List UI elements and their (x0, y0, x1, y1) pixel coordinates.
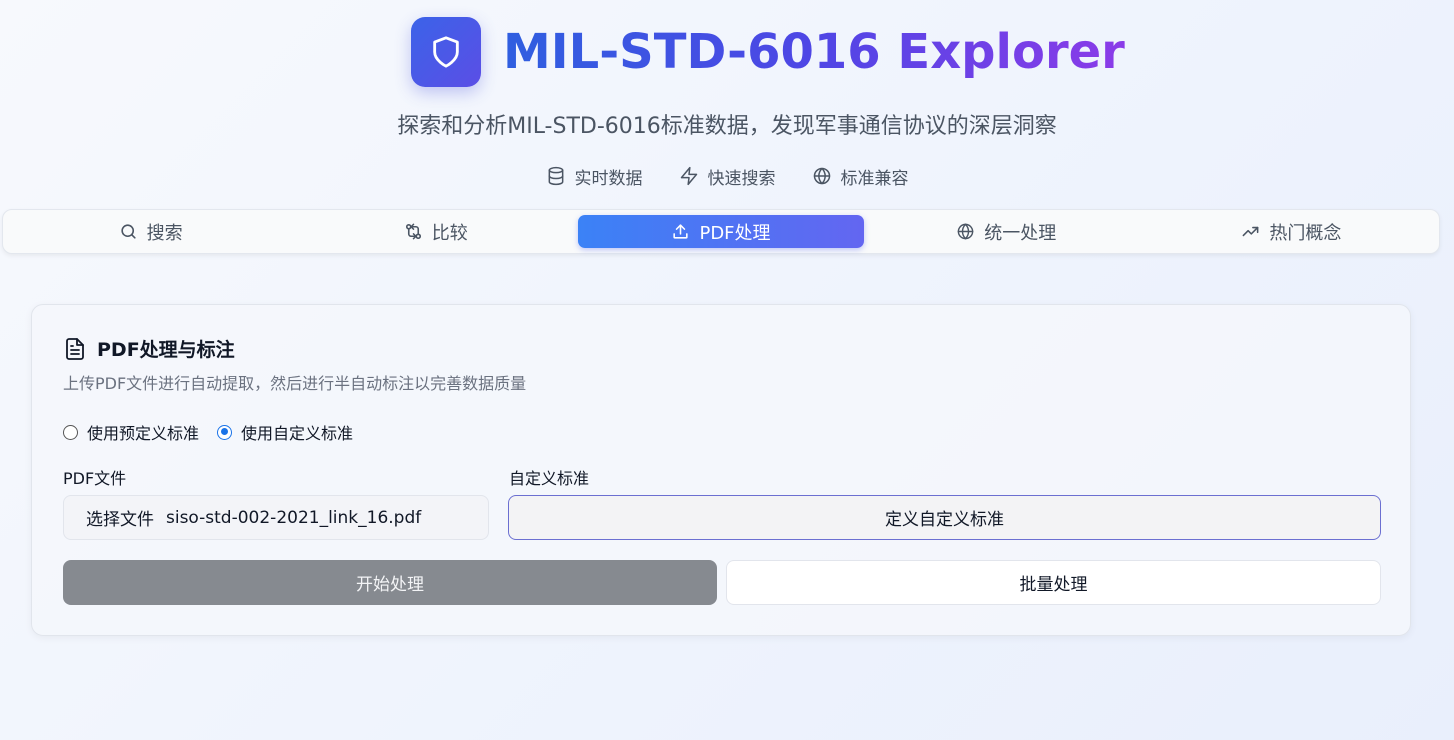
panel-header: PDF处理与标注 (63, 335, 235, 362)
logo (411, 17, 481, 87)
tab-label: PDF处理 (699, 222, 771, 244)
tab-unified-processing[interactable]: 统一处理 (864, 215, 1149, 248)
pdf-processing-panel: PDF处理与标注 上传PDF文件进行自动提取，然后进行半自动标注以完善数据质量 … (31, 304, 1411, 636)
batch-processing-button[interactable]: 批量处理 (726, 560, 1381, 605)
tab-label: 热门概念 (1269, 222, 1342, 244)
tab-label: 统一处理 (984, 222, 1057, 244)
radio-button[interactable] (217, 424, 233, 440)
tab-pdf-processing[interactable]: PDF处理 (578, 215, 864, 248)
app-subtitle: 探索和分析MIL-STD-6016标准数据，发现军事通信协议的深层洞察 (397, 114, 1057, 139)
radio-button[interactable] (63, 424, 78, 440)
panel-description: 上传PDF文件进行自动提取，然后进行半自动标注以完善数据质量 (63, 374, 527, 393)
brand: MIL-STD-6016 Explorer (411, 17, 1125, 87)
tab-compare[interactable]: 比较 (293, 215, 578, 248)
pdf-file-label: PDF文件 (63, 469, 127, 488)
search-icon (120, 224, 136, 239)
database-icon (548, 166, 563, 186)
radio-predefined-standard[interactable]: 使用预定义标准 (63, 420, 199, 444)
panel-title: PDF处理与标注 (97, 339, 235, 361)
upload-icon (673, 224, 689, 239)
feature-label: 实时数据 (574, 168, 643, 189)
choose-file-button[interactable]: 选择文件 (86, 505, 154, 530)
standard-radio-group: 使用预定义标准 使用自定义标准 (63, 420, 353, 444)
trending-icon (1242, 226, 1259, 237)
feature-label: 标准兼容 (840, 168, 909, 189)
pdf-file-input[interactable]: 选择文件 siso-std-002-2021_link_16.pdf (63, 495, 489, 540)
start-processing-button[interactable]: 开始处理 (63, 560, 717, 605)
radio-label: 使用自定义标准 (241, 424, 354, 443)
lightning-icon (680, 166, 697, 186)
selected-file-name: siso-std-002-2021_link_16.pdf (166, 507, 422, 528)
feature-fast-search: 快速搜索 (679, 163, 776, 189)
feature-list: 实时数据 快速搜索 标准兼容 (0, 163, 1454, 189)
globe-icon (957, 223, 974, 240)
tab-trending-concepts[interactable]: 热门概念 (1149, 215, 1434, 248)
tab-bar: 搜索 比较 PDF处理 统一处理 热门概念 (2, 209, 1440, 254)
tab-label: 比较 (431, 222, 468, 244)
shield-icon (433, 36, 459, 68)
radio-custom-standard[interactable]: 使用自定义标准 (217, 420, 353, 444)
app-title: MIL-STD-6016 Explorer (503, 17, 1125, 87)
radio-label: 使用预定义标准 (87, 424, 200, 443)
tab-label: 搜索 (146, 222, 183, 244)
globe-icon (813, 167, 830, 185)
custom-standard-label: 自定义标准 (509, 469, 590, 488)
feature-compatible: 标准兼容 (812, 163, 909, 189)
feature-label: 快速搜索 (707, 168, 776, 189)
define-custom-standard-button[interactable]: 定义自定义标准 (508, 495, 1381, 540)
compare-icon (405, 223, 421, 240)
document-icon (66, 337, 84, 360)
tab-search[interactable]: 搜索 (8, 215, 293, 248)
feature-realtime: 实时数据 (546, 163, 643, 189)
